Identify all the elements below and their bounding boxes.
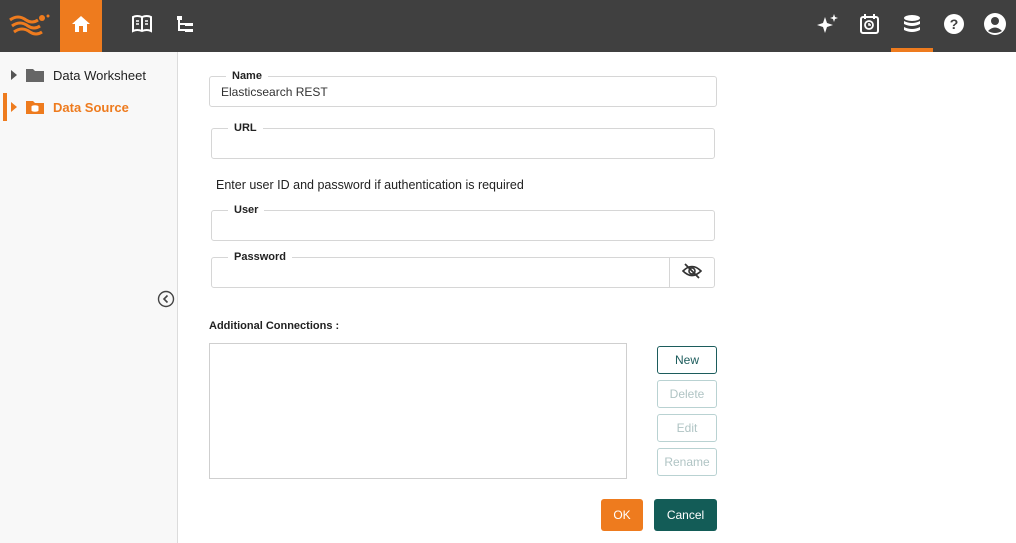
password-field[interactable]: Password xyxy=(211,250,715,288)
book-icon xyxy=(131,14,153,39)
scheduler-icon xyxy=(859,13,881,40)
portal-button[interactable] xyxy=(122,0,162,52)
ok-button[interactable]: OK xyxy=(601,499,643,531)
auth-info-text: Enter user ID and password if authentica… xyxy=(216,178,524,192)
additional-connections-list[interactable] xyxy=(209,343,627,479)
new-connection-button[interactable]: New xyxy=(657,346,717,374)
sidebar-item-label: Data Source xyxy=(53,99,129,115)
user-field[interactable]: User xyxy=(211,203,715,241)
eye-off-icon xyxy=(681,262,703,284)
composer-button[interactable] xyxy=(165,0,205,52)
toggle-password-visibility-button[interactable] xyxy=(669,258,714,288)
sidebar-item-data-worksheet[interactable]: Data Worksheet xyxy=(0,61,177,89)
sidebar: Data Worksheet Data Source xyxy=(0,52,178,543)
password-label: Password xyxy=(228,250,292,264)
scheduler-button[interactable] xyxy=(850,0,890,52)
help-icon: ? xyxy=(943,13,965,40)
sparkle-icon xyxy=(816,13,840,40)
account-button[interactable] xyxy=(975,0,1015,52)
home-button[interactable] xyxy=(60,0,102,52)
account-icon xyxy=(983,12,1007,41)
logo-icon xyxy=(8,10,52,40)
url-label: URL xyxy=(228,121,263,135)
data-button[interactable] xyxy=(891,0,933,52)
top-bar: ? xyxy=(0,0,1016,52)
sidebar-item-label: Data Worksheet xyxy=(53,67,146,83)
edit-connection-button[interactable]: Edit xyxy=(657,414,717,442)
delete-connection-button[interactable]: Delete xyxy=(657,380,717,408)
database-icon xyxy=(903,14,921,39)
url-field[interactable]: URL xyxy=(211,121,715,159)
svg-text:?: ? xyxy=(950,16,959,32)
help-button[interactable]: ? xyxy=(934,0,974,52)
expand-caret-icon[interactable] xyxy=(11,102,17,112)
home-icon xyxy=(71,15,91,38)
tree-icon xyxy=(175,14,195,39)
sidebar-item-data-source[interactable]: Data Source xyxy=(0,93,177,121)
datasource-icon xyxy=(26,100,44,114)
chevron-left-icon xyxy=(157,290,175,312)
name-input-value[interactable]: Elasticsearch REST xyxy=(221,85,328,99)
folder-icon xyxy=(26,68,44,82)
ai-assistant-button[interactable] xyxy=(808,0,848,52)
expand-caret-icon[interactable] xyxy=(11,70,17,80)
cancel-button[interactable]: Cancel xyxy=(654,499,717,531)
user-label: User xyxy=(228,203,265,217)
name-label: Name xyxy=(226,69,268,83)
name-field[interactable]: Name Elasticsearch REST xyxy=(209,69,717,107)
collapse-sidebar-button[interactable] xyxy=(157,290,175,308)
additional-connections-label: Additional Connections : xyxy=(209,320,340,332)
rename-connection-button[interactable]: Rename xyxy=(657,448,717,476)
